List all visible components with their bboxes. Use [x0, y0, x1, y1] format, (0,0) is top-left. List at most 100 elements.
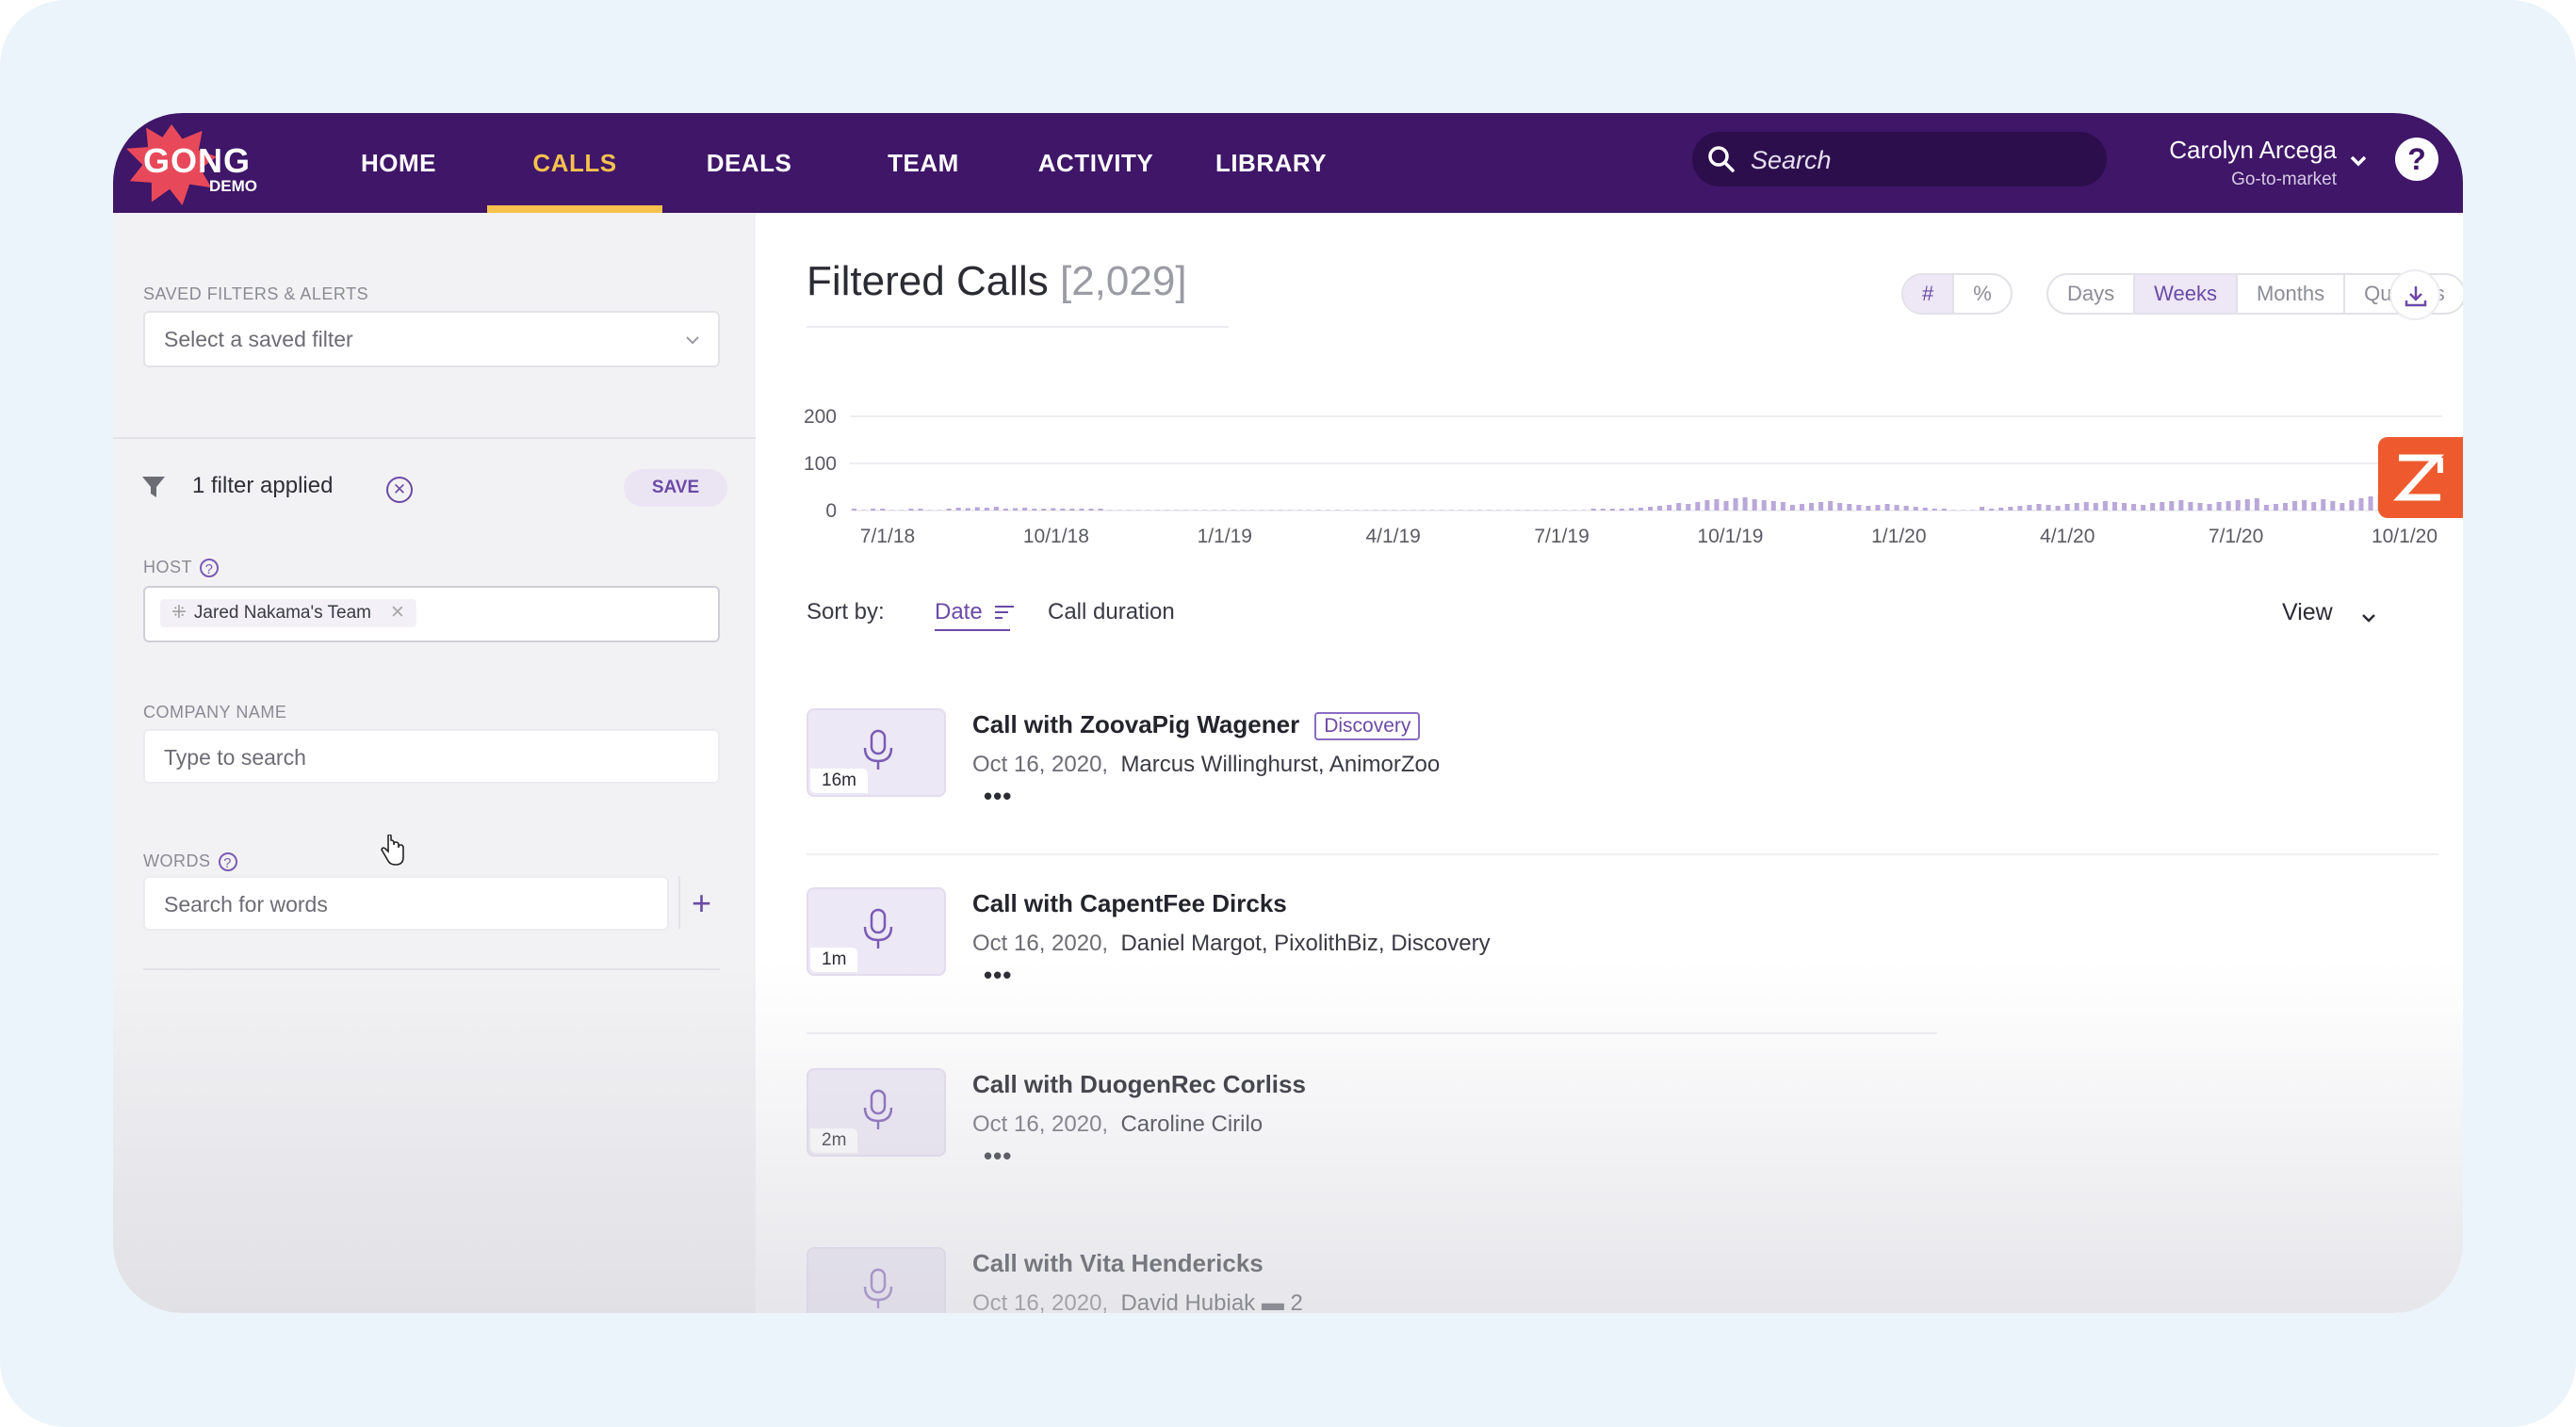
- chart-bar[interactable]: [1354, 510, 1360, 511]
- chart-bar[interactable]: [1789, 505, 1795, 511]
- chart-bar[interactable]: [2150, 503, 2156, 511]
- metric-count-toggle[interactable]: #: [1903, 275, 1955, 313]
- chart-bar[interactable]: [1496, 510, 1502, 511]
- chart-bar[interactable]: [974, 507, 980, 511]
- chart-bar[interactable]: [1363, 510, 1369, 511]
- download-button[interactable]: [2389, 269, 2440, 320]
- period-weeks[interactable]: Weeks: [2135, 275, 2238, 313]
- chart-bar[interactable]: [899, 510, 905, 511]
- chart-bar[interactable]: [871, 509, 876, 511]
- chart-bar[interactable]: [1714, 499, 1720, 511]
- chart-bar[interactable]: [2340, 503, 2345, 511]
- chart-bar[interactable]: [1032, 509, 1037, 511]
- sort-by-date[interactable]: Date: [935, 599, 983, 625]
- chart-bar[interactable]: [1970, 510, 1976, 511]
- chart-bar[interactable]: [880, 509, 886, 511]
- chart-bar[interactable]: [2074, 503, 2079, 511]
- remove-chip-icon[interactable]: ✕: [390, 603, 405, 623]
- chart-bar[interactable]: [1742, 497, 1748, 511]
- add-words-button[interactable]: +: [678, 876, 727, 929]
- chart-bar[interactable]: [1752, 499, 1757, 511]
- chart-bar[interactable]: [1723, 501, 1729, 511]
- chart-bar[interactable]: [1240, 510, 1246, 511]
- chart-bar[interactable]: [861, 510, 867, 511]
- chart-bar[interactable]: [1534, 510, 1540, 511]
- chart-bar[interactable]: [1476, 510, 1482, 511]
- chart-bar[interactable]: [2254, 498, 2259, 511]
- search-input[interactable]: [1749, 132, 2092, 188]
- chart-bar[interactable]: [1515, 510, 1521, 511]
- chart-bar[interactable]: [2121, 503, 2128, 511]
- sort-by-duration[interactable]: Call duration: [1048, 599, 1175, 625]
- chart-bar[interactable]: [1325, 510, 1331, 511]
- chart-bar[interactable]: [1770, 501, 1776, 511]
- chart-bar[interactable]: [927, 510, 933, 511]
- chart-bar[interactable]: [2036, 504, 2042, 511]
- chart-bar[interactable]: [1837, 503, 1843, 511]
- chart-bar[interactable]: [1638, 508, 1643, 511]
- chart-bar[interactable]: [1553, 510, 1558, 511]
- chart-bar[interactable]: [1041, 509, 1047, 511]
- chart-bar[interactable]: [2302, 500, 2307, 511]
- chart-bar[interactable]: [852, 509, 857, 511]
- chart-bar[interactable]: [1695, 502, 1701, 511]
- chart-bar[interactable]: [946, 509, 952, 511]
- chart-bar[interactable]: [1345, 510, 1350, 511]
- chart-bar[interactable]: [2292, 501, 2298, 511]
- chart-bar[interactable]: [1117, 510, 1122, 511]
- saved-filter-select[interactable]: Select a saved filter: [143, 311, 720, 367]
- chart-bar[interactable]: [1980, 507, 1985, 511]
- call-item[interactable]: 1m Call with CapentFee Dircks Oct 16, 20…: [807, 887, 2438, 1038]
- chart-bar[interactable]: [2358, 498, 2364, 511]
- chart-bar[interactable]: [1420, 510, 1426, 511]
- chart-bar[interactable]: [1799, 504, 1804, 511]
- chart-bar[interactable]: [2244, 499, 2250, 511]
- chart-bar[interactable]: [1164, 510, 1170, 511]
- chart-bar[interactable]: [2131, 504, 2137, 511]
- chart-bar[interactable]: [2169, 501, 2175, 511]
- call-title[interactable]: Call with ZoovaPig Wagener Discovery: [972, 710, 1421, 741]
- chart-bar[interactable]: [1079, 509, 1084, 511]
- chart-bar[interactable]: [965, 508, 970, 511]
- chart-bar[interactable]: [2330, 501, 2336, 511]
- chart-bar[interactable]: [1761, 500, 1767, 511]
- chart-bar[interactable]: [1278, 510, 1283, 511]
- chart-bar[interactable]: [1098, 509, 1103, 511]
- save-filter-button[interactable]: SAVE: [624, 469, 727, 507]
- chart-bar[interactable]: [2273, 504, 2278, 511]
- chart-bar[interactable]: [1866, 506, 1871, 511]
- chart-bar[interactable]: [1259, 510, 1264, 511]
- chart-bar[interactable]: [937, 510, 942, 511]
- chart-bar[interactable]: [1088, 509, 1094, 511]
- chart-bar[interactable]: [1231, 510, 1236, 511]
- chart-bar[interactable]: [1126, 510, 1132, 511]
- chart-bar[interactable]: [2017, 506, 2023, 511]
- period-days[interactable]: Days: [2048, 275, 2136, 313]
- chart-bar[interactable]: [1022, 508, 1028, 511]
- call-title[interactable]: Call with CapentFee Dircks: [972, 889, 1287, 918]
- chart-bar[interactable]: [1202, 510, 1208, 511]
- chart-bar[interactable]: [1249, 510, 1255, 511]
- chart-bar[interactable]: [1373, 510, 1378, 511]
- chart-bar[interactable]: [1306, 510, 1312, 511]
- nav-home[interactable]: HOME: [347, 113, 450, 213]
- chart-bar[interactable]: [889, 510, 895, 511]
- call-thumbnail[interactable]: 2m: [807, 1068, 946, 1157]
- chart-bar[interactable]: [1628, 508, 1634, 511]
- chart-bar[interactable]: [1060, 509, 1066, 511]
- chart-bar[interactable]: [1780, 502, 1785, 511]
- chart-bar[interactable]: [1401, 510, 1407, 511]
- chart-bar[interactable]: [2027, 505, 2032, 511]
- host-chip[interactable]: ⁜ Jared Nakama's Team ✕: [160, 599, 416, 627]
- chart-bar[interactable]: [2197, 503, 2203, 511]
- chart-bar[interactable]: [1268, 510, 1274, 511]
- chart-bar[interactable]: [1562, 510, 1568, 511]
- chart-bar[interactable]: [1960, 510, 1966, 511]
- chart-bar[interactable]: [1448, 510, 1454, 511]
- chart-bar[interactable]: [1487, 510, 1492, 511]
- chart-bar[interactable]: [1581, 510, 1587, 511]
- call-thumbnail[interactable]: 16m: [807, 708, 946, 797]
- chart-bar[interactable]: [1733, 498, 1738, 511]
- chart-bar[interactable]: [1809, 503, 1815, 511]
- metric-percent-toggle[interactable]: %: [1954, 275, 2011, 313]
